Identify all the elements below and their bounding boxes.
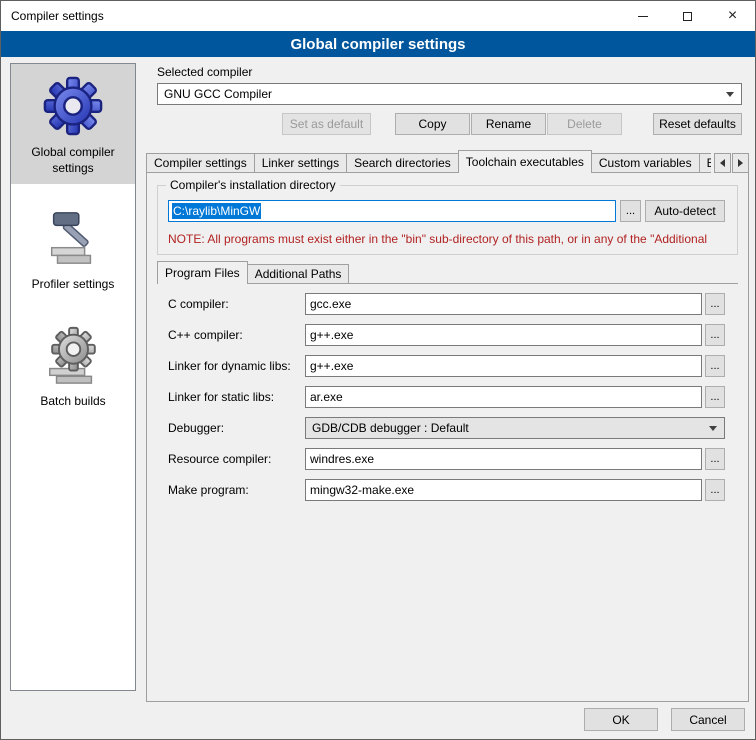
- dialog-header-title: Global compiler settings: [1, 31, 755, 57]
- sidebar-item-label: Profiler settings: [32, 277, 115, 293]
- resource-compiler-label: Resource compiler:: [157, 452, 305, 466]
- arrow-left-icon: [720, 159, 725, 167]
- compiler-settings-window: Compiler settings × Global compiler sett…: [0, 0, 756, 740]
- ok-button[interactable]: OK: [584, 708, 658, 731]
- minimize-icon: [638, 16, 648, 17]
- field-row-static-linker: Linker for static libs: ...: [157, 386, 748, 408]
- tab-linker-settings[interactable]: Linker settings: [254, 153, 347, 173]
- cpp-compiler-label: C++ compiler:: [157, 328, 305, 342]
- tab-search-directories[interactable]: Search directories: [346, 153, 459, 173]
- tab-scroll-right-button[interactable]: [732, 153, 749, 173]
- c-compiler-input[interactable]: [305, 293, 702, 315]
- dynamic-linker-browse-button[interactable]: ...: [705, 355, 725, 377]
- blue-gear-icon: [41, 74, 105, 138]
- minimize-button[interactable]: [620, 1, 665, 31]
- subtab-additional-paths[interactable]: Additional Paths: [247, 264, 350, 284]
- field-row-debugger: Debugger: GDB/CDB debugger : Default: [157, 417, 748, 439]
- make-program-input[interactable]: [305, 479, 702, 501]
- make-program-browse-button[interactable]: ...: [705, 479, 725, 501]
- arrow-right-icon: [738, 159, 743, 167]
- field-row-cpp-compiler: C++ compiler: ...: [157, 324, 748, 346]
- installation-directory-title: Compiler's installation directory: [166, 178, 340, 192]
- profiler-hammer-icon: [41, 206, 105, 270]
- static-linker-browse-button[interactable]: ...: [705, 386, 725, 408]
- field-row-dynamic-linker: Linker for dynamic libs: ...: [157, 355, 748, 377]
- make-program-label: Make program:: [157, 483, 305, 497]
- cpp-compiler-browse-button[interactable]: ...: [705, 324, 725, 346]
- field-row-make-program: Make program: ...: [157, 479, 748, 501]
- install-dir-input[interactable]: C:\raylib\MinGW: [168, 200, 616, 222]
- compiler-select-value: GNU GCC Compiler: [164, 87, 272, 101]
- subtab-program-files[interactable]: Program Files: [157, 261, 248, 284]
- maximize-icon: [683, 12, 692, 21]
- dynamic-linker-input[interactable]: [305, 355, 702, 377]
- bin-subdirectory-note: NOTE: All programs must exist either in …: [168, 232, 735, 246]
- chevron-down-icon: [709, 426, 717, 431]
- cancel-button[interactable]: Cancel: [671, 708, 745, 731]
- gray-gear-stack-icon: [41, 323, 105, 387]
- compiler-select[interactable]: GNU GCC Compiler: [157, 83, 742, 105]
- copy-button[interactable]: Copy: [395, 113, 470, 135]
- reset-defaults-button[interactable]: Reset defaults: [653, 113, 742, 135]
- dynamic-linker-label: Linker for dynamic libs:: [157, 359, 305, 373]
- tab-scroll-left-button[interactable]: [714, 153, 731, 173]
- debugger-select-value: GDB/CDB debugger : Default: [312, 421, 469, 435]
- program-files-tabbar: Program Files Additional Paths: [157, 261, 349, 284]
- resource-compiler-browse-button[interactable]: ...: [705, 448, 725, 470]
- selected-compiler-label: Selected compiler: [157, 65, 252, 79]
- debugger-label: Debugger:: [157, 421, 305, 435]
- sidebar-item-global-compiler-settings[interactable]: Global compiler settings: [11, 64, 135, 184]
- installation-directory-groupbox: Compiler's installation directory C:\ray…: [157, 185, 738, 255]
- tab-custom-variables[interactable]: Custom variables: [591, 153, 700, 173]
- delete-button[interactable]: Delete: [547, 113, 622, 135]
- static-linker-label: Linker for static libs:: [157, 390, 305, 404]
- auto-detect-button[interactable]: Auto-detect: [645, 200, 725, 222]
- c-compiler-browse-button[interactable]: ...: [705, 293, 725, 315]
- close-button[interactable]: ×: [710, 1, 755, 31]
- window-title: Compiler settings: [1, 9, 620, 23]
- cpp-compiler-input[interactable]: [305, 324, 702, 346]
- static-linker-input[interactable]: [305, 386, 702, 408]
- install-dir-browse-button[interactable]: ...: [620, 200, 641, 222]
- sidebar-item-profiler-settings[interactable]: Profiler settings: [11, 196, 135, 301]
- tab-toolchain-executables[interactable]: Toolchain executables: [458, 150, 592, 173]
- maximize-button[interactable]: [665, 1, 710, 31]
- close-icon: ×: [728, 8, 737, 24]
- sidebar-item-label: Global compiler settings: [13, 145, 133, 176]
- window-controls: ×: [620, 1, 755, 31]
- debugger-select[interactable]: GDB/CDB debugger : Default: [305, 417, 725, 439]
- settings-tabbar: Compiler settings Linker settings Search…: [146, 150, 749, 173]
- c-compiler-label: C compiler:: [157, 297, 305, 311]
- resource-compiler-input[interactable]: [305, 448, 702, 470]
- settings-category-list: Global compiler settings Profiler settin…: [10, 63, 136, 691]
- toolchain-executables-panel: Compiler's installation directory C:\ray…: [146, 172, 749, 702]
- tab-scrollers: [711, 153, 749, 173]
- dialog-body: Global compiler settings Profiler settin…: [1, 57, 755, 739]
- program-files-fields: C compiler: ... C++ compiler: ... Linker…: [157, 293, 748, 510]
- sidebar-item-batch-builds[interactable]: Batch builds: [11, 313, 135, 418]
- rename-button[interactable]: Rename: [471, 113, 546, 135]
- chevron-down-icon: [726, 92, 734, 97]
- set-as-default-button[interactable]: Set as default: [282, 113, 371, 135]
- field-row-resource-compiler: Resource compiler: ...: [157, 448, 748, 470]
- field-row-c-compiler: C compiler: ...: [157, 293, 748, 315]
- tab-compiler-settings[interactable]: Compiler settings: [146, 153, 255, 173]
- install-dir-selected-text: C:\raylib\MinGW: [172, 203, 261, 219]
- titlebar: Compiler settings ×: [1, 1, 755, 31]
- sidebar-item-label: Batch builds: [40, 394, 105, 410]
